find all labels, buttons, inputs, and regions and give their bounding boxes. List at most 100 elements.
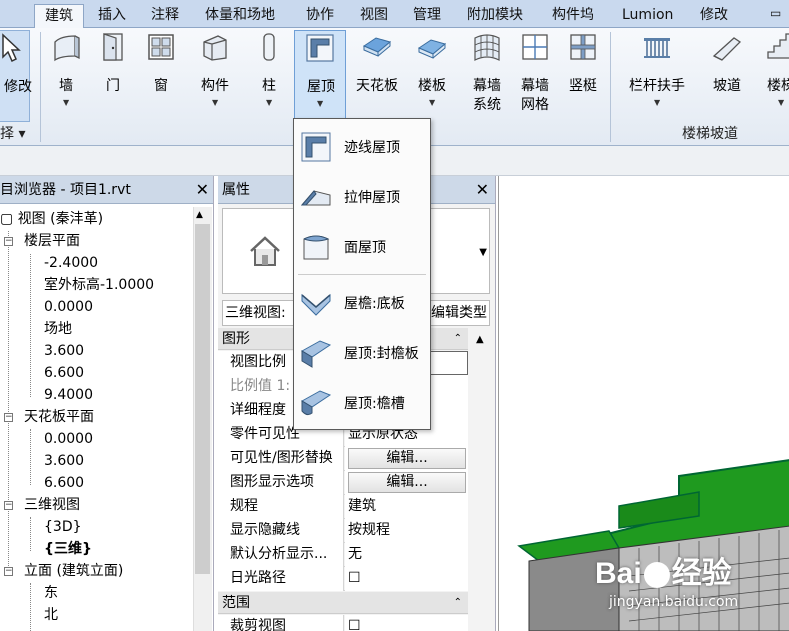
menu-item-label: 拉伸屋顶 bbox=[344, 190, 400, 206]
wall-dropdown-icon[interactable]: ▼ bbox=[63, 98, 69, 107]
ceiling-icon bbox=[362, 37, 392, 57]
visibility-edit-button[interactable]: 编辑... bbox=[348, 448, 466, 469]
3d-viewport[interactable]: Bai 经验 jingyan.baidu.com bbox=[498, 176, 789, 631]
tree-item[interactable]: 北 bbox=[44, 604, 58, 626]
floor-icon bbox=[417, 39, 447, 59]
type-selector-dropdown-icon[interactable]: ▼ bbox=[479, 247, 487, 258]
menu-item-extrusion-roof[interactable]: 拉伸屋顶 bbox=[294, 173, 430, 221]
collapse-icon[interactable]: − bbox=[4, 237, 13, 246]
section-graphics-label: 图形 bbox=[222, 331, 250, 347]
tree-item[interactable]: 6.600 bbox=[44, 472, 84, 494]
scroll-up-icon[interactable]: ▲ bbox=[196, 210, 203, 220]
tab-view[interactable]: 视图 bbox=[360, 4, 388, 28]
tree-item[interactable]: 3.600 bbox=[44, 450, 84, 472]
tree-item[interactable]: 3.600 bbox=[44, 340, 84, 362]
column-button[interactable]: 柱 ▼ bbox=[246, 30, 292, 122]
curtain-system-icon bbox=[474, 34, 500, 61]
tree-ceiling-plans[interactable]: 天花板平面 bbox=[24, 406, 94, 428]
menu-item-label: 屋檐:底板 bbox=[344, 296, 405, 312]
tab-modify[interactable]: 修改 bbox=[700, 4, 728, 28]
menu-divider bbox=[298, 274, 426, 275]
collapse-section-icon[interactable]: ⌃ bbox=[454, 328, 462, 350]
tree-elevations[interactable]: 立面 (建筑立面) bbox=[24, 560, 123, 582]
stair-button[interactable]: 楼梯 ▼ bbox=[758, 30, 789, 122]
tree-floor-plans[interactable]: 楼层平面 bbox=[24, 230, 80, 252]
ribbon-minimize-icon[interactable]: ▭ bbox=[770, 2, 781, 26]
floor-dropdown-icon[interactable]: ▼ bbox=[429, 98, 435, 107]
roof-dropdown-icon[interactable]: ▼ bbox=[317, 99, 323, 108]
prop-row: 规程 建筑 bbox=[218, 495, 468, 519]
tree-item[interactable]: 东 bbox=[44, 582, 58, 604]
prop-key: 显示隐藏线 bbox=[218, 519, 344, 543]
tab-architecture[interactable]: 建筑 bbox=[34, 4, 84, 29]
ramp-button[interactable]: 坡道 bbox=[704, 30, 750, 122]
menu-item-roof-soffit[interactable]: 屋檐:底板 bbox=[294, 279, 430, 327]
extrusion-roof-icon bbox=[300, 190, 331, 206]
stair-dropdown-icon[interactable]: ▼ bbox=[778, 98, 784, 107]
tab-annotate[interactable]: 注释 bbox=[151, 4, 179, 28]
prop-key: 裁剪视图 bbox=[218, 615, 344, 631]
roof-dropdown-menu: 迹线屋顶 拉伸屋顶 面屋顶 屋檐:底板 屋顶:封檐板 屋顶:檐槽 bbox=[293, 118, 431, 430]
tree-item[interactable]: 室外标高-1.0000 bbox=[44, 274, 154, 296]
railing-button[interactable]: 栏杆扶手 ▼ bbox=[629, 30, 685, 122]
collapse-icon[interactable]: − bbox=[4, 501, 13, 510]
tab-collaborate[interactable]: 协作 bbox=[306, 4, 334, 28]
collapse-section-icon[interactable]: ⌃ bbox=[454, 592, 462, 614]
tab-massing-site[interactable]: 体量和场地 bbox=[205, 4, 275, 28]
menu-item-roof-gutter[interactable]: 屋顶:檐槽 bbox=[294, 379, 430, 427]
component-button[interactable]: 构件 ▼ bbox=[192, 30, 238, 122]
tab-manage[interactable]: 管理 bbox=[413, 4, 441, 28]
prop-row: 图形显示选项 编辑... bbox=[218, 471, 468, 495]
ribbon-tab-bar: 建筑 插入 注释 体量和场地 协作 视图 管理 附加模块 构件坞 Lumion … bbox=[0, 0, 789, 29]
watermark-brand: Bai bbox=[595, 557, 642, 590]
edit-type-button[interactable]: 编辑类型 bbox=[431, 301, 487, 325]
tree-root-label: 视图 (秦沣革) bbox=[17, 211, 104, 227]
sun-path-checkbox[interactable]: ☐ bbox=[345, 567, 468, 591]
door-button[interactable]: 门 bbox=[90, 30, 136, 122]
prop-value[interactable]: 建筑 bbox=[345, 495, 468, 519]
circulation-group-label: 楼梯坡道 bbox=[682, 126, 738, 142]
menu-item-roof-fascia[interactable]: 屋顶:封檐板 bbox=[294, 329, 430, 377]
menu-item-label: 屋顶:封檐板 bbox=[344, 346, 419, 362]
railing-icon bbox=[644, 38, 670, 58]
scroll-up-icon[interactable]: ▲ bbox=[476, 334, 484, 345]
floor-button[interactable]: 楼板 ▼ bbox=[409, 30, 455, 122]
tree-item[interactable]: 0.0000 bbox=[44, 296, 93, 318]
crop-view-checkbox[interactable]: ☐ bbox=[345, 615, 468, 631]
close-icon[interactable]: ✕ bbox=[476, 176, 489, 204]
column-dropdown-icon[interactable]: ▼ bbox=[266, 98, 272, 107]
project-browser-scroll-thumb[interactable] bbox=[195, 224, 210, 574]
graphic-display-edit-button[interactable]: 编辑... bbox=[348, 472, 466, 493]
tree-item[interactable]: 6.600 bbox=[44, 362, 84, 384]
select-group-label[interactable]: 择 ▾ bbox=[0, 124, 25, 144]
tab-lumion[interactable]: Lumion bbox=[622, 4, 673, 28]
tree-item-active[interactable]: {三维} bbox=[44, 538, 92, 560]
section-extents[interactable]: 范围 ⌃ bbox=[218, 592, 468, 614]
tree-3d-views[interactable]: 三维视图 bbox=[24, 494, 80, 516]
component-dropdown-icon[interactable]: ▼ bbox=[212, 98, 218, 107]
tree-item[interactable]: {3D} bbox=[44, 516, 82, 538]
stair-label: 楼梯 bbox=[767, 78, 789, 94]
collapse-icon[interactable]: − bbox=[4, 413, 13, 422]
mullion-button[interactable]: 竖梃 bbox=[560, 30, 606, 122]
tree-item[interactable]: -2.4000 bbox=[44, 252, 98, 274]
wall-button[interactable]: 墙 ▼ bbox=[43, 30, 89, 122]
window-button[interactable]: 窗 bbox=[138, 30, 184, 122]
collapse-icon[interactable]: − bbox=[4, 567, 13, 576]
roof-button[interactable]: 屋顶 ▼ bbox=[294, 30, 346, 120]
tab-insert[interactable]: 插入 bbox=[98, 4, 126, 28]
tree-root[interactable]: ▢ 视图 (秦沣革) bbox=[0, 208, 103, 230]
tree-item[interactable]: 0.0000 bbox=[44, 428, 93, 450]
ceiling-button[interactable]: 天花板 bbox=[354, 30, 400, 122]
tree-item[interactable]: 9.4000 bbox=[44, 384, 93, 406]
tree-item[interactable]: 场地 bbox=[44, 318, 72, 340]
tab-addins[interactable]: 附加模块 bbox=[467, 4, 523, 28]
tab-component-dock[interactable]: 构件坞 bbox=[552, 4, 594, 28]
menu-item-face-roof[interactable]: 面屋顶 bbox=[294, 223, 430, 271]
close-icon[interactable]: ✕ bbox=[196, 176, 209, 204]
modify-button[interactable]: 修改 bbox=[0, 30, 32, 122]
railing-dropdown-icon[interactable]: ▼ bbox=[654, 98, 660, 107]
prop-value[interactable]: 按规程 bbox=[345, 519, 468, 543]
prop-value[interactable]: 无 bbox=[345, 543, 468, 567]
menu-item-footprint-roof[interactable]: 迹线屋顶 bbox=[294, 123, 430, 171]
